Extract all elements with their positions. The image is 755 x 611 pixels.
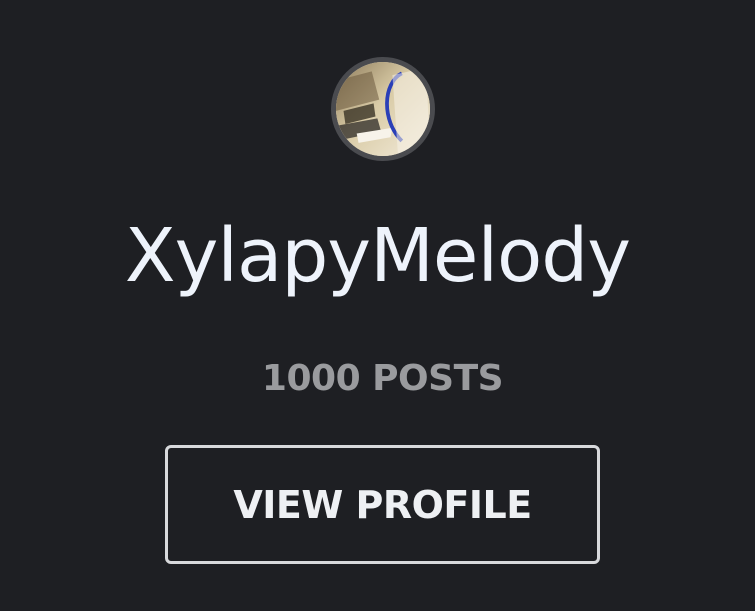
post-count: 1000 POSTS xyxy=(261,358,504,399)
avatar[interactable] xyxy=(331,57,435,161)
view-profile-button[interactable]: VIEW PROFILE xyxy=(165,445,600,564)
avatar-photo-icon xyxy=(336,62,430,156)
profile-card: XylapyMelody 1000 POSTS VIEW PROFILE xyxy=(0,0,755,611)
username: XylapyMelody xyxy=(124,213,631,299)
